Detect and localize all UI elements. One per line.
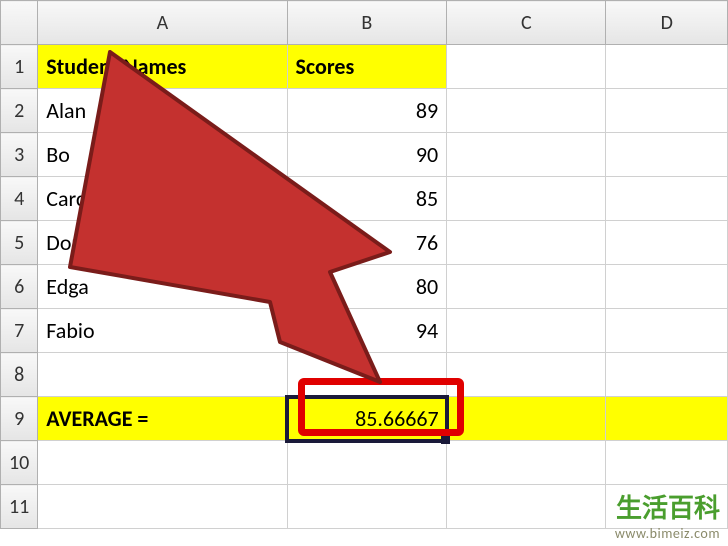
column-header-row: A B C D: [1, 1, 728, 45]
spreadsheet-grid: A B C D 1 Student Names Scores 2 Alan 89…: [0, 0, 728, 529]
row-header-11[interactable]: 11: [1, 485, 38, 529]
cell-a9[interactable]: AVERAGE =: [38, 397, 287, 441]
watermark-title: 生活百科: [615, 488, 720, 525]
cell-a6[interactable]: Edga: [38, 265, 287, 309]
row-6: 6 Edga 80: [1, 265, 728, 309]
col-header-a[interactable]: A: [38, 1, 287, 45]
watermark-url: www.bimeiz.com: [615, 525, 720, 542]
row-1: 1 Student Names Scores: [1, 45, 728, 89]
cell-a2[interactable]: Alan: [38, 89, 287, 133]
cell-c2[interactable]: [447, 89, 606, 133]
row-4: 4 Cardi 85: [1, 177, 728, 221]
cell-c8[interactable]: [447, 353, 606, 397]
cell-c7[interactable]: [447, 309, 606, 353]
select-all-corner[interactable]: [1, 1, 38, 45]
cell-a11[interactable]: [38, 485, 287, 529]
row-5: 5 Don 76: [1, 221, 728, 265]
cell-c9[interactable]: [447, 397, 606, 441]
row-header-1[interactable]: 1: [1, 45, 38, 89]
cell-b11[interactable]: [287, 485, 447, 529]
cell-b7[interactable]: 94: [287, 309, 447, 353]
row-7: 7 Fabio 94: [1, 309, 728, 353]
cell-a1[interactable]: Student Names: [38, 45, 287, 89]
cell-b1[interactable]: Scores: [287, 45, 447, 89]
row-header-6[interactable]: 6: [1, 265, 38, 309]
row-9: 9 AVERAGE = 85.66667: [1, 397, 728, 441]
cell-b6[interactable]: 80: [287, 265, 447, 309]
cell-d5[interactable]: [606, 221, 728, 265]
col-header-c[interactable]: C: [447, 1, 606, 45]
row-2: 2 Alan 89: [1, 89, 728, 133]
cell-b2[interactable]: 89: [287, 89, 447, 133]
cell-d9[interactable]: [606, 397, 728, 441]
cell-a5[interactable]: Don: [38, 221, 287, 265]
cell-c1[interactable]: [447, 45, 606, 89]
watermark: 生活百科 www.bimeiz.com: [615, 488, 720, 542]
row-header-10[interactable]: 10: [1, 441, 38, 485]
cell-b8[interactable]: [287, 353, 447, 397]
cell-d7[interactable]: [606, 309, 728, 353]
cell-d1[interactable]: [606, 45, 728, 89]
cell-c11[interactable]: [447, 485, 606, 529]
cell-a8[interactable]: [38, 353, 287, 397]
row-header-8[interactable]: 8: [1, 353, 38, 397]
row-header-7[interactable]: 7: [1, 309, 38, 353]
cell-a3[interactable]: Bo: [38, 133, 287, 177]
cell-d8[interactable]: [606, 353, 728, 397]
col-header-d[interactable]: D: [606, 1, 728, 45]
cell-d3[interactable]: [606, 133, 728, 177]
row-header-4[interactable]: 4: [1, 177, 38, 221]
cell-d6[interactable]: [606, 265, 728, 309]
cell-a10[interactable]: [38, 441, 287, 485]
row-header-5[interactable]: 5: [1, 221, 38, 265]
col-header-b[interactable]: B: [287, 1, 447, 45]
cell-c3[interactable]: [447, 133, 606, 177]
cell-a4[interactable]: Cardi: [38, 177, 287, 221]
cell-b5[interactable]: 76: [287, 221, 447, 265]
cell-d10[interactable]: [606, 441, 728, 485]
row-3: 3 Bo 90: [1, 133, 728, 177]
cell-b10[interactable]: [287, 441, 447, 485]
cell-a7[interactable]: Fabio: [38, 309, 287, 353]
row-header-2[interactable]: 2: [1, 89, 38, 133]
cell-d2[interactable]: [606, 89, 728, 133]
cell-c10[interactable]: [447, 441, 606, 485]
cell-c4[interactable]: [447, 177, 606, 221]
cell-b4[interactable]: 85: [287, 177, 447, 221]
cell-d4[interactable]: [606, 177, 728, 221]
row-header-9[interactable]: 9: [1, 397, 38, 441]
row-8: 8: [1, 353, 728, 397]
cell-b9-selected[interactable]: 85.66667: [287, 397, 447, 441]
cell-b3[interactable]: 90: [287, 133, 447, 177]
cell-c6[interactable]: [447, 265, 606, 309]
row-10: 10: [1, 441, 728, 485]
cell-c5[interactable]: [447, 221, 606, 265]
row-header-3[interactable]: 3: [1, 133, 38, 177]
